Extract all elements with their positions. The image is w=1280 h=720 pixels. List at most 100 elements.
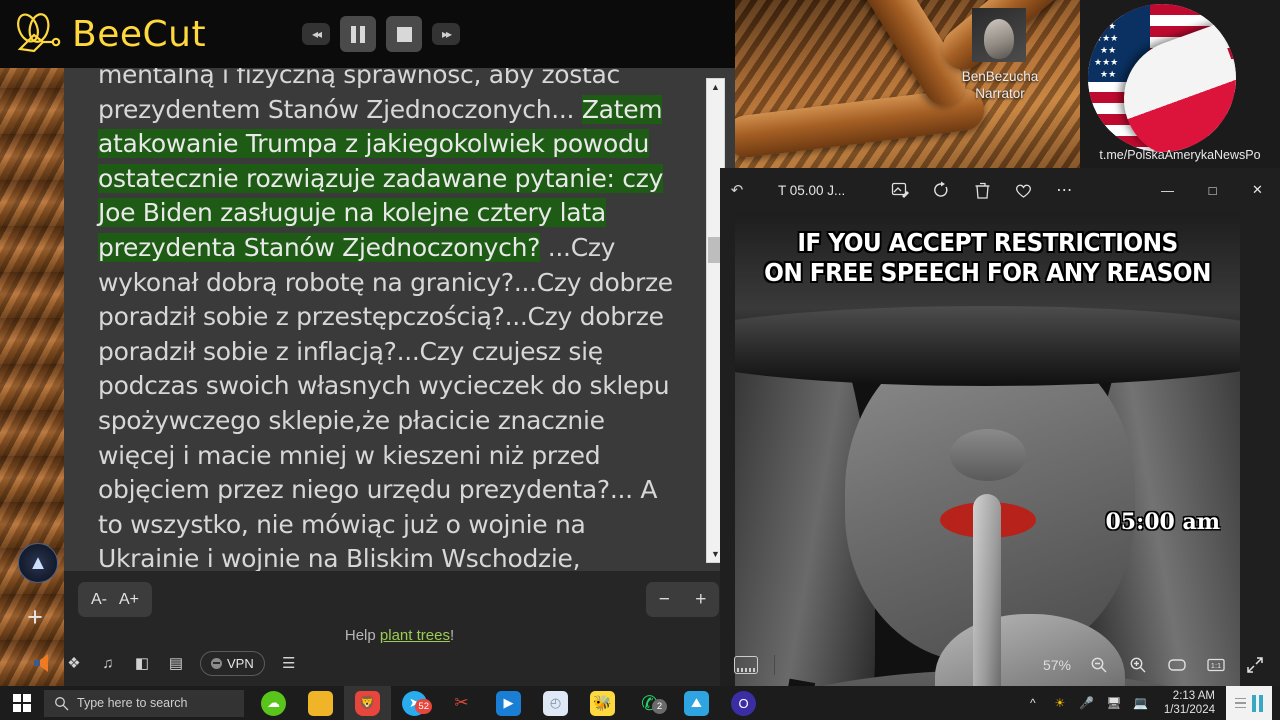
microphone-icon[interactable]: 🎤 [1079, 695, 1095, 711]
favorite-heart-icon[interactable] [1012, 179, 1034, 201]
network-icon[interactable]: 💻 [1133, 695, 1149, 711]
sidebar-panel-icon[interactable]: ◧ [132, 653, 152, 673]
photos-bottom-bar: 57% 1:1 [720, 644, 1280, 686]
more-options-icon[interactable]: ⋯ [1053, 179, 1075, 201]
plant-trees-link[interactable]: plant trees [380, 627, 450, 644]
show-hidden-icons[interactable]: ^ [1025, 695, 1041, 711]
reader-zoom-in-button[interactable]: + [695, 589, 706, 611]
actual-size-icon[interactable]: 1:1 [1205, 654, 1227, 676]
windows-start-icon[interactable] [0, 686, 44, 720]
plant-trees-line: Help plant trees! [64, 627, 735, 644]
beecut-recorder-bar: BeeCut ◂◂ ▸▸ [0, 0, 735, 68]
delete-icon[interactable] [971, 179, 993, 201]
profile-badge[interactable]: ▲ [18, 543, 58, 583]
antivirus-icon[interactable]: ☀ [1052, 695, 1068, 711]
wallet-icon[interactable]: ▤ [166, 653, 186, 673]
maximize-button[interactable]: □ [1190, 168, 1235, 212]
taskbar-sticky-notes[interactable]: ◴ [532, 686, 579, 720]
rotate-icon[interactable] [930, 179, 952, 201]
font-increase-button[interactable]: A+ [119, 591, 139, 609]
telegram-avatar-caption: BenBezucha Narrator [930, 68, 1070, 102]
taskbar-file-explorer[interactable] [297, 686, 344, 720]
usa-poland-flag-icon: ★★★ ★★ ★★★ ★★ ★★★ ★★ [1088, 4, 1236, 152]
reader-zoom-controls: − + [646, 582, 719, 617]
scrollbar-up-arrow[interactable]: ▲ [707, 79, 724, 95]
add-tab-button[interactable]: + [22, 604, 48, 631]
telegram-channel-card[interactable]: ★★★ ★★ ★★★ ★★ ★★★ ★★ t.me/PolskaAmerykaN… [1080, 0, 1280, 168]
back-arrow-icon[interactable]: ↶ [720, 181, 754, 199]
telegram-badge: 52 [415, 699, 432, 714]
photos-app-window: ↶ T 05.00 J... ⋯ — □ ✕ IF YOU ACCEPT RES… [720, 168, 1280, 720]
vpn-toggle[interactable]: VPN [200, 650, 265, 676]
brave-lion-icon: 🦁 [355, 690, 380, 716]
taskbar-telegram[interactable]: ➤ 52 [391, 686, 438, 720]
photos-zoom-controls: 57% 1:1 [1043, 654, 1280, 676]
recording-controls: ◂◂ ▸▸ [302, 16, 461, 52]
photos-file-title: T 05.00 J... [778, 182, 846, 198]
zoom-out-icon[interactable] [1088, 654, 1110, 676]
telegram-channel-url[interactable]: t.me/PolskaAmerykaNewsPo [1082, 148, 1278, 162]
meme-top-caption: IF YOU ACCEPT RESTRICTIONS ON FREE SPEEC… [753, 228, 1223, 288]
taskbar-photos[interactable]: ⛰ [673, 686, 720, 720]
taskbar-whatsapp[interactable]: ✆ 2 [626, 686, 673, 720]
windows-taskbar: Type here to search ☁ 🦁 ➤ 52 ✂ ▶ ◴ 🐝 ✆ 2… [0, 686, 1280, 720]
meme-top-line-1: IF YOU ACCEPT RESTRICTIONS [797, 228, 1178, 257]
pause-icon [351, 25, 366, 43]
font-decrease-button[interactable]: A- [91, 591, 107, 609]
stop-button[interactable] [386, 16, 423, 52]
meme-top-line-2: ON FREE SPEECH FOR ANY REASON [764, 258, 1211, 287]
stop-icon [396, 26, 412, 42]
taskbar-beecut[interactable]: 🐝 [579, 686, 626, 720]
article-text: mentalną i fizyczną sprawność, aby zosta… [98, 68, 681, 571]
taskbar-brave[interactable]: 🦁 [344, 686, 391, 720]
extensions-puzzle-icon[interactable]: ❖ [64, 653, 84, 673]
mega-icon: ☁ [261, 690, 286, 716]
taskbar-clock[interactable]: 2:13 AM 1/31/2024 [1164, 689, 1215, 717]
taskbar-opera[interactable]: O [720, 686, 767, 720]
search-input[interactable]: Type here to search [44, 689, 244, 717]
clock-date: 1/31/2024 [1163, 704, 1215, 716]
fit-to-window-icon[interactable] [1166, 654, 1188, 676]
divider [774, 655, 775, 675]
telegram-preview-panel: BenBezucha Narrator ★★★ ★★ ★★★ ★★ ★★★ ★★… [735, 0, 1280, 168]
remote-desktop-icon[interactable]: 🖥 [1106, 695, 1122, 711]
minimize-button[interactable]: — [1145, 168, 1190, 212]
opera-icon: O [731, 690, 756, 716]
close-button[interactable]: ✕ [1235, 168, 1280, 212]
photos-icon: ⛰ [684, 690, 709, 716]
folder-icon [308, 690, 333, 716]
beecut-logo: BeeCut [0, 11, 206, 57]
plant-trees-suffix: ! [449, 627, 455, 644]
taskbar-snipping-tool[interactable]: ✂ [438, 686, 485, 720]
star-trek-badge-icon: ▲ [28, 551, 48, 574]
rewind-button[interactable]: ◂◂ [302, 23, 331, 45]
notification-center-icon[interactable] [1226, 686, 1272, 720]
music-note-icon[interactable]: ♫ [98, 653, 118, 673]
taskbar-mega[interactable]: ☁ [250, 686, 297, 720]
meme-timestamp: 05:00 am [1105, 509, 1220, 535]
pause-button[interactable] [340, 16, 377, 52]
brave-bottom-toolbar: ❖ ♫ ◧ ▤ VPN ☰ [24, 646, 312, 680]
taskbar-movies-tv[interactable]: ▶ [485, 686, 532, 720]
scissors-icon: ✂ [454, 693, 469, 712]
photos-toolbar: ⋯ [889, 179, 1075, 201]
clock-time: 2:13 AM [1172, 690, 1215, 702]
avatar[interactable] [972, 8, 1026, 62]
fast-forward-icon: ▸▸ [442, 27, 452, 41]
filmstrip-icon[interactable] [734, 656, 758, 674]
rewind-icon: ◂◂ [312, 27, 322, 41]
reader-zoom-out-button[interactable]: − [659, 589, 670, 611]
sticky-notes-icon: ◴ [543, 690, 568, 716]
bee-icon [17, 13, 61, 53]
article-part-plain-2: ...Czy wykonał dobrą robotę na granicy?.… [98, 232, 673, 571]
edit-image-icon[interactable] [889, 179, 911, 201]
vpn-status-icon [211, 657, 222, 669]
reader-view: mentalną i fizyczną sprawność, aby zosta… [64, 68, 735, 571]
forward-button[interactable]: ▸▸ [432, 23, 461, 45]
fullscreen-icon[interactable] [1244, 654, 1266, 676]
search-icon [55, 696, 69, 710]
hamburger-menu-icon[interactable]: ☰ [279, 653, 299, 673]
telegram-avatar-name: BenBezucha [961, 69, 1039, 84]
zoom-percent-label: 57% [1042, 657, 1071, 673]
zoom-in-icon[interactable] [1127, 654, 1149, 676]
